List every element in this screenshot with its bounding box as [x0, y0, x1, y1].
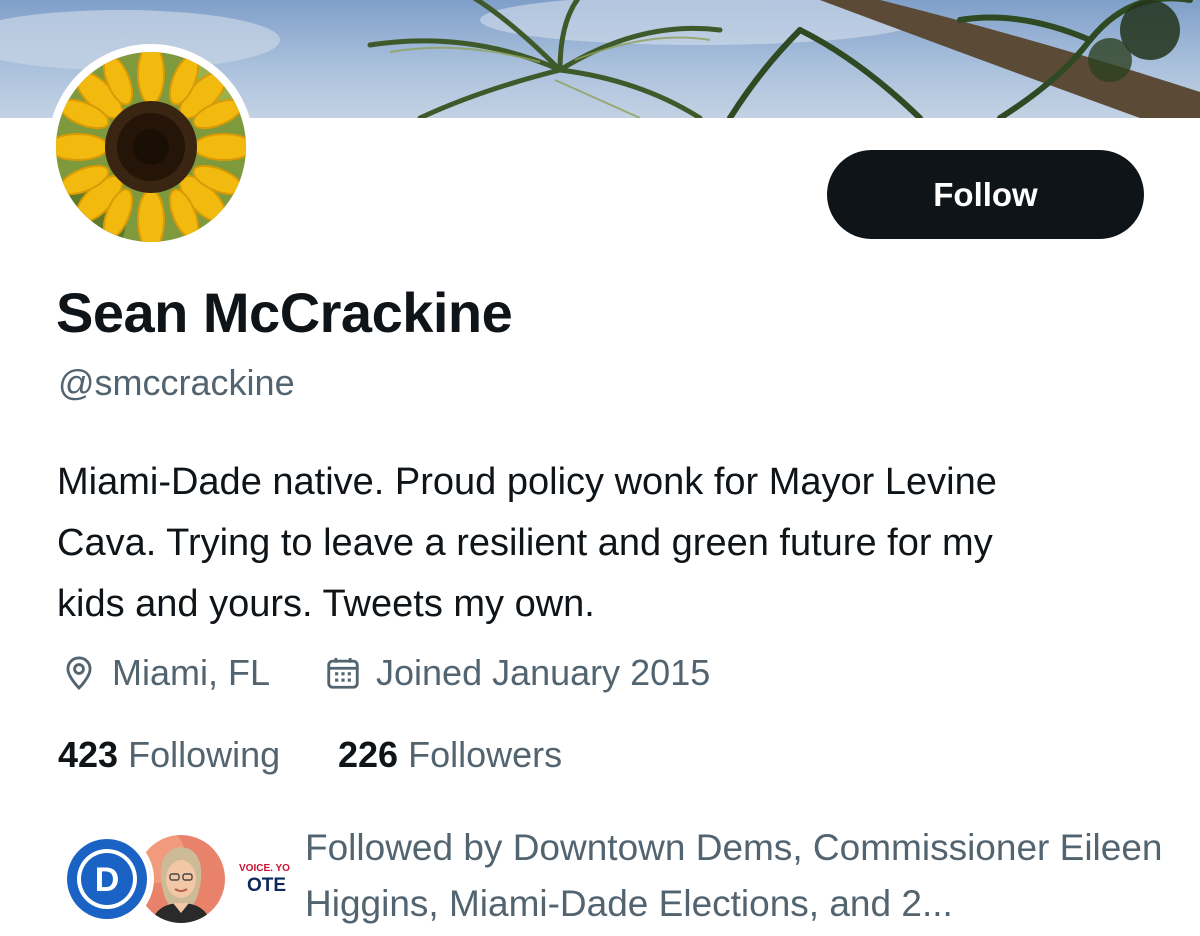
profile-location: Miami, FL — [60, 650, 270, 696]
following-label: Following — [128, 734, 281, 775]
followed-by-text[interactable]: Followed by Downtown Dems, Commissioner … — [305, 820, 1185, 932]
profile-joined-date: Joined January 2015 — [324, 650, 710, 696]
vote-logo-line-1: VOICE. YOUR — [239, 863, 291, 874]
sunflower-image — [56, 52, 246, 242]
followed-by-avatars[interactable]: D VOICE. YOUR OTE — [60, 832, 294, 928]
follow-button[interactable]: Follow — [827, 150, 1144, 239]
followers-label: Followers — [408, 734, 563, 775]
location-text: Miami, FL — [112, 652, 271, 693]
dem-logo-letter: D — [95, 861, 120, 899]
following-count: 423 — [58, 734, 119, 775]
following-link[interactable]: 423 Following — [58, 732, 280, 778]
map-pin-icon — [66, 656, 92, 691]
followers-link[interactable]: 226 Followers — [338, 732, 562, 778]
profile-handle: @smccrackine — [58, 362, 295, 403]
calendar-icon — [327, 657, 359, 689]
profile-bio: Miami-Dade native. Proud policy wonk for… — [57, 461, 997, 625]
profile-display-name: Sean McCrackine — [56, 281, 513, 344]
downtown-dems-avatar: D — [60, 832, 154, 926]
joined-text: Joined January 2015 — [376, 652, 711, 693]
followers-count: 226 — [338, 734, 399, 775]
democrats-d-logo-icon: D — [63, 835, 151, 923]
profile-avatar[interactable] — [48, 44, 254, 250]
vote-logo-line-2: OTE — [247, 875, 286, 896]
